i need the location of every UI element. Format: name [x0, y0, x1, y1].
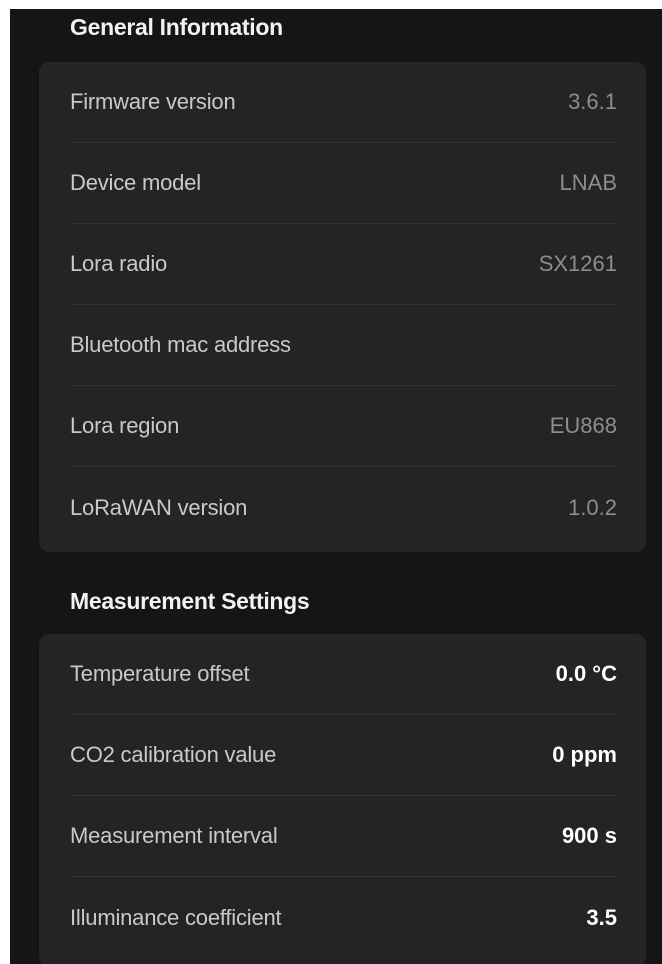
firmware-version-label: Firmware version	[70, 89, 236, 114]
co2-calibration-value-label: CO2 calibration value	[70, 742, 277, 767]
device-model-label: Device model	[70, 170, 201, 195]
lora-region-value: EU868	[549, 413, 617, 438]
lorawan-version-label: LoRaWAN version	[70, 494, 248, 520]
firmware-version-row: Firmware version 3.6.1	[70, 62, 617, 143]
lora-radio-label: Lora radio	[70, 251, 168, 276]
bluetooth-mac-address-row: Bluetooth mac address	[70, 305, 617, 386]
illuminance-coefficient-value: 3.5	[586, 904, 617, 930]
temperature-offset-row[interactable]: Temperature offset 0.0 °C	[70, 634, 617, 715]
illuminance-coefficient-label: Illuminance coefficient	[70, 904, 282, 930]
illuminance-coefficient-row[interactable]: Illuminance coefficient 3.5	[70, 877, 617, 958]
co2-calibration-value-row[interactable]: CO2 calibration value 0 ppm	[70, 715, 617, 796]
general-information-title: General Information	[70, 14, 283, 40]
device-model-value: LNAB	[559, 170, 617, 195]
general-information-card: Firmware version 3.6.1 Device model LNAB…	[39, 62, 646, 552]
lora-radio-row: Lora radio SX1261	[70, 224, 617, 305]
lora-region-row: Lora region EU868	[70, 386, 617, 467]
lora-radio-value: SX1261	[538, 251, 617, 276]
lorawan-version-value: 1.0.2	[568, 494, 617, 520]
temperature-offset-value: 0.0 °C	[555, 661, 617, 686]
co2-calibration-value-value: 0 ppm	[552, 742, 617, 767]
measurement-interval-label: Measurement interval	[70, 823, 278, 848]
lorawan-version-row: LoRaWAN version 1.0.2	[70, 467, 617, 548]
measurement-settings-card: Temperature offset 0.0 °C CO2 calibratio…	[39, 634, 646, 964]
measurement-interval-value: 900 s	[561, 823, 617, 848]
measurement-interval-row[interactable]: Measurement interval 900 s	[70, 796, 617, 877]
temperature-offset-label: Temperature offset	[70, 661, 250, 686]
bluetooth-mac-address-label: Bluetooth mac address	[70, 332, 291, 357]
lora-region-label: Lora region	[70, 413, 180, 438]
device-info-screen: General Information Firmware version 3.6…	[10, 9, 662, 964]
measurement-settings-title: Measurement Settings	[70, 588, 310, 614]
firmware-version-value: 3.6.1	[568, 89, 617, 114]
device-model-row: Device model LNAB	[70, 143, 617, 224]
